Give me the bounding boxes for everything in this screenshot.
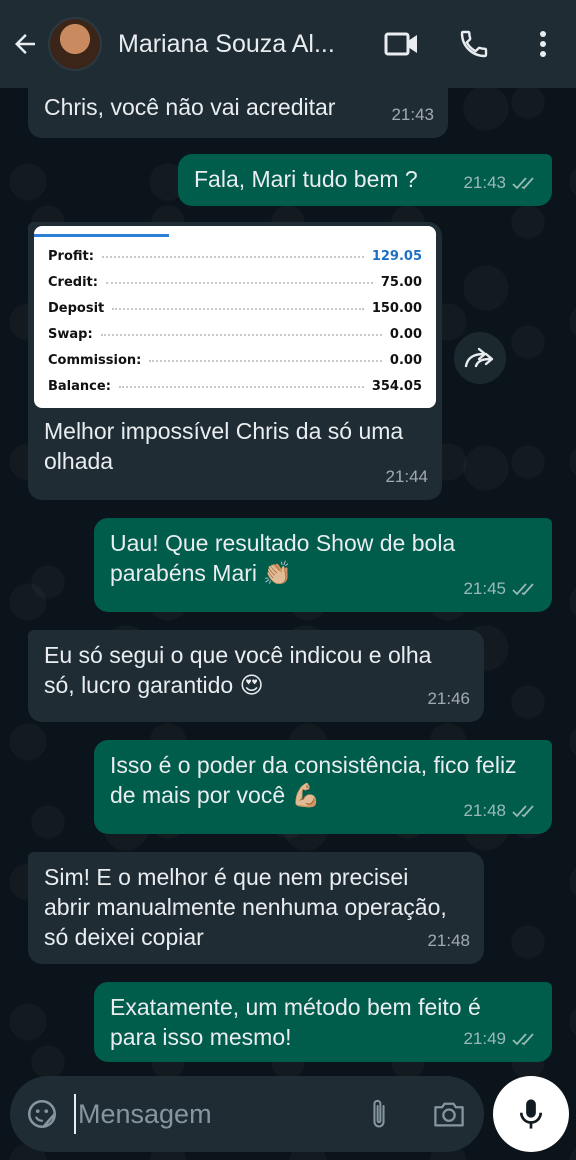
camera-icon (434, 1102, 464, 1127)
message-time: 21:48 (463, 801, 506, 820)
message-text: Sim! E o melhor é que nem precisei abrir… (44, 864, 447, 950)
message-incoming[interactable]: Sim! E o melhor é que nem precisei abrir… (28, 852, 484, 964)
double-check-icon (512, 805, 534, 818)
message-input[interactable] (74, 1094, 334, 1134)
more-options-button[interactable] (510, 0, 576, 88)
voice-message-button[interactable] (493, 1076, 569, 1152)
summary-row-credit: Credit: 75.00 (48, 275, 422, 290)
message-text: Melhor impossível Chris da só uma olhada (44, 418, 404, 474)
compose-bar (10, 1076, 484, 1152)
message-incoming[interactable]: Chris, você não vai acreditar 21:43 (28, 88, 448, 138)
emoji-button[interactable] (10, 1076, 74, 1152)
message-text: Chris, você não vai acreditar (44, 94, 336, 120)
tab-indicator (34, 234, 169, 237)
double-check-icon (512, 177, 534, 190)
voice-call-button[interactable] (438, 0, 510, 88)
message-text: Uau! Que resultado Show de bola parabéns… (110, 530, 456, 586)
summary-row-deposit: Deposit 150.00 (48, 301, 422, 316)
video-call-icon (384, 32, 417, 56)
message-outgoing[interactable]: Isso é o poder da consistência, fico fel… (94, 740, 552, 834)
message-time: 21:46 (427, 689, 470, 708)
double-check-icon (512, 583, 534, 596)
message-time: 21:49 (463, 1029, 506, 1048)
phone-icon (460, 30, 488, 58)
back-arrow-icon (15, 34, 35, 54)
message-time: 21:45 (463, 579, 506, 598)
message-incoming-image[interactable]: Profit: 129.05 Credit: 75.00 Deposit 150.00… (28, 222, 442, 500)
forward-icon (464, 347, 494, 368)
message-outgoing[interactable]: Exatamente, um método bem feito é para i… (94, 982, 552, 1062)
message-text: Eu só segui o que você indicou e olha só… (44, 642, 432, 698)
summary-row-profit: Profit: 129.05 (48, 249, 422, 264)
trade-summary-image[interactable]: Profit: 129.05 Credit: 75.00 Deposit 150.00… (34, 226, 436, 408)
microphone-icon (519, 1099, 543, 1129)
message-time: 21:48 (427, 931, 470, 950)
summary-row-balance: Balance: 354.05 (48, 379, 422, 394)
camera-button[interactable] (414, 1076, 484, 1152)
message-outgoing[interactable]: Uau! Que resultado Show de bola parabéns… (94, 518, 552, 612)
message-time: 21:43 (391, 105, 434, 124)
message-outgoing[interactable]: Fala, Mari tudo bem ? 21:43 (178, 154, 552, 206)
forward-button[interactable] (454, 332, 506, 384)
contact-name[interactable]: Mariana Souza Al... (118, 30, 358, 59)
summary-row-swap: Swap: 0.00 (48, 327, 422, 342)
video-call-button[interactable] (366, 0, 438, 88)
double-check-icon (512, 1033, 534, 1046)
avatar[interactable] (48, 17, 102, 71)
message-incoming[interactable]: Eu só segui o que você indicou e olha só… (28, 630, 484, 722)
summary-row-commission: Commission: 0.00 (48, 353, 422, 368)
back-button[interactable] (2, 0, 48, 88)
message-time: 21:43 (463, 173, 506, 192)
chat-header: Mariana Souza Al... (0, 0, 576, 88)
message-list[interactable]: Chris, você não vai acreditar 21:43 Fala… (0, 88, 576, 1080)
message-time: 21:44 (385, 467, 428, 486)
attach-button[interactable] (344, 1076, 414, 1152)
paperclip-icon (373, 1099, 385, 1128)
sticker-emoji-icon (27, 1099, 57, 1129)
more-vert-icon (540, 31, 546, 57)
